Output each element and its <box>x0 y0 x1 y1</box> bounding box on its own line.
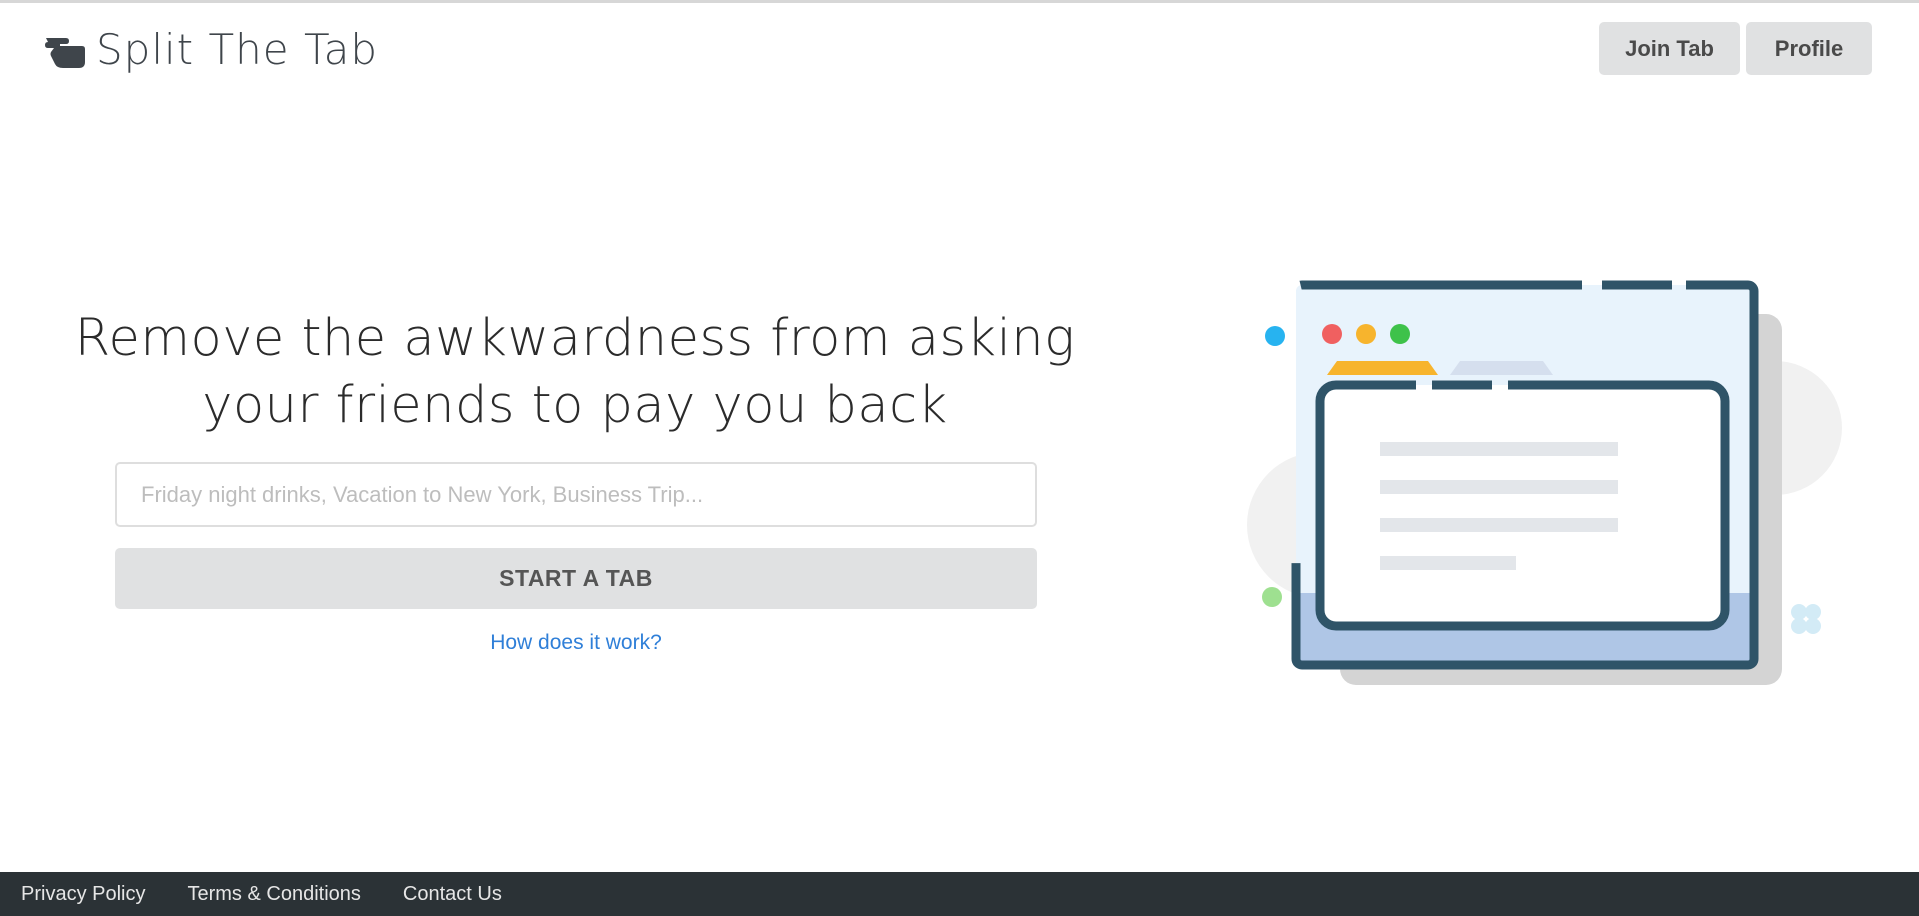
how-it-works-link[interactable]: How does it work? <box>115 631 1037 655</box>
site-header: Split The Tab Join Tab Profile <box>0 3 1919 95</box>
brand-logo-link[interactable]: Split The Tab <box>44 25 378 75</box>
text-line-2 <box>1380 480 1618 494</box>
join-tab-button[interactable]: Join Tab <box>1599 22 1740 75</box>
accent-dot-green <box>1262 587 1282 607</box>
sparkle-cross-icon <box>1791 604 1821 634</box>
start-tab-button[interactable]: START A TAB <box>115 548 1037 609</box>
browser-window-illustration-icon <box>1247 280 1842 685</box>
folder-tab-blue <box>1450 361 1553 375</box>
footer-link-contact-us[interactable]: Contact Us <box>403 883 502 906</box>
text-line-3 <box>1380 518 1618 532</box>
hero-title-line-2: your friends to pay you back <box>202 376 948 435</box>
maximize-dot-icon <box>1390 324 1410 344</box>
site-footer: Privacy Policy Terms & Conditions Contac… <box>0 872 1919 916</box>
text-line-1 <box>1380 442 1618 456</box>
hero-title: Remove the awkwardness from asking your … <box>40 305 1110 439</box>
profile-button[interactable]: Profile <box>1746 22 1872 75</box>
footer-link-privacy-policy[interactable]: Privacy Policy <box>21 883 145 906</box>
pointing-hand-icon <box>45 38 85 68</box>
folder-tab-yellow <box>1327 361 1438 375</box>
footer-link-terms-conditions[interactable]: Terms & Conditions <box>187 883 360 906</box>
minimize-dot-icon <box>1356 324 1376 344</box>
accent-dot-blue <box>1265 326 1285 346</box>
inner-card <box>1315 380 1730 631</box>
tab-name-input[interactable] <box>115 462 1037 527</box>
hero-title-line-1: Remove the awkwardness from asking <box>74 309 1076 368</box>
text-line-4 <box>1380 556 1516 570</box>
close-dot-icon <box>1322 324 1342 344</box>
brand-name: Split The Tab <box>96 25 379 74</box>
